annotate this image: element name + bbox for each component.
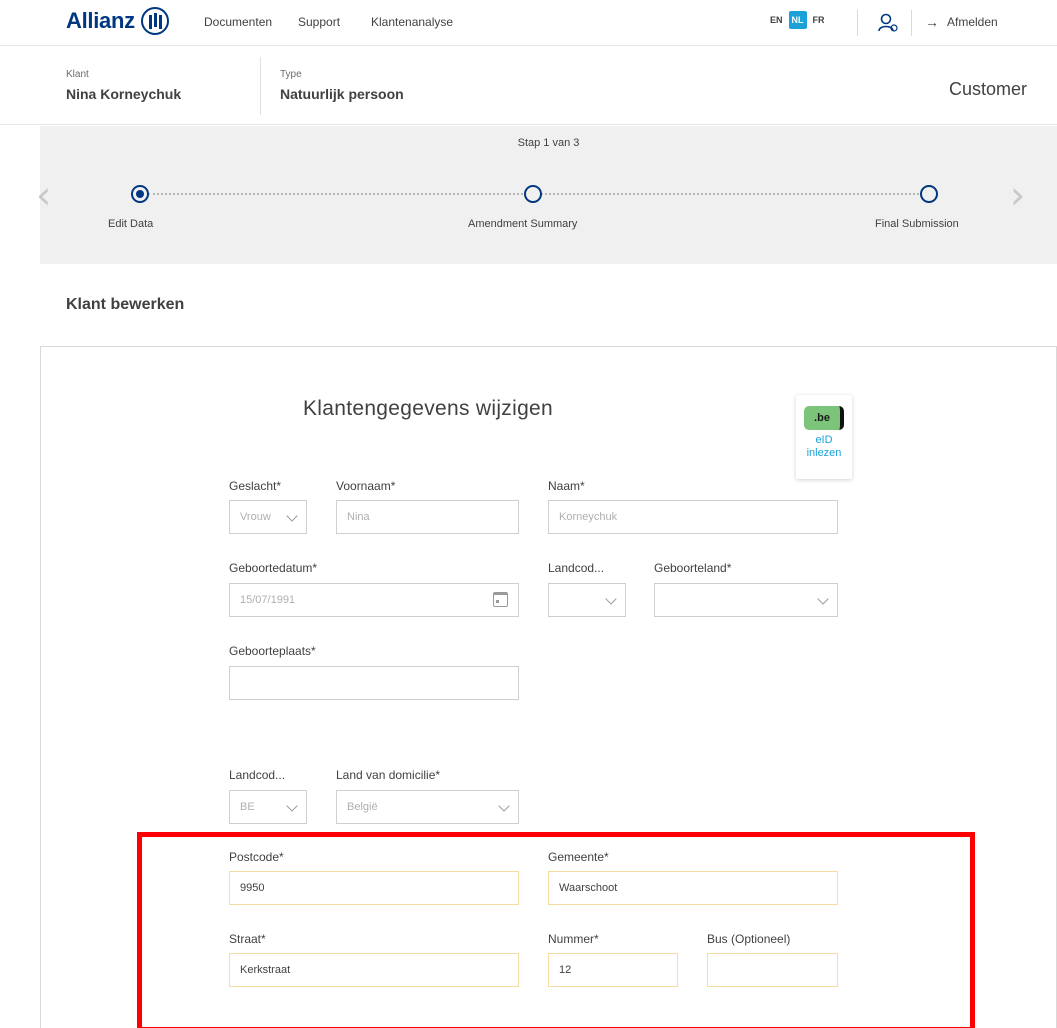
client-label: Klant (66, 69, 89, 80)
type-value: Natuurlijk persoon (280, 86, 404, 102)
eid-logo-icon: .be (804, 406, 844, 430)
birthdate-label: Geboortedatum* (229, 561, 318, 575)
divider (911, 10, 912, 36)
last-name-label: Naam* (548, 479, 585, 493)
nav-klantenanalyse[interactable]: Klantenanalyse (371, 15, 453, 29)
context-title: Customer (948, 79, 1027, 99)
gender-value: Vrouw (240, 511, 271, 523)
lang-nl[interactable]: NL (788, 11, 807, 29)
nav-support[interactable]: Support (298, 15, 340, 29)
chevron-right-icon[interactable]: › (1010, 176, 1025, 214)
logout-label: Afmelden (947, 15, 998, 29)
first-name-input[interactable]: Nina (336, 500, 519, 534)
domicile-country-value: België (347, 801, 378, 813)
step-2-indicator[interactable] (524, 185, 542, 203)
birth-country-select[interactable] (654, 583, 838, 617)
step-counter: Stap 1 van 3 (517, 137, 580, 149)
lang-fr[interactable]: FR (810, 11, 828, 29)
allianz-eagle-icon (140, 7, 169, 35)
birthdate-value: 15/07/1991 (240, 594, 296, 606)
type-label: Type (280, 69, 302, 80)
divider (260, 57, 261, 115)
step-1-label: Edit Data (108, 218, 154, 230)
step-1-indicator[interactable] (131, 185, 149, 203)
step-3-label: Final Submission (875, 218, 959, 230)
gender-select[interactable]: Vrouw (229, 500, 307, 534)
eid-read-button[interactable]: .be eID inlezen (796, 395, 852, 479)
logout-button[interactable]: → Afmelden (925, 14, 998, 30)
birth-country-code-label: Landcod... (548, 561, 605, 575)
lang-en[interactable]: EN (767, 11, 786, 29)
eid-label-line1: eID (815, 434, 833, 446)
gender-label: Geslacht* (229, 479, 282, 493)
address-highlight-box (137, 832, 975, 1028)
client-header: Klant Nina Korneychuk Type Natuurlijk pe… (0, 47, 1057, 125)
birthplace-input[interactable] (229, 666, 519, 700)
birthplace-label: Geboorteplaats* (229, 644, 316, 658)
page-title: Klant bewerken (66, 296, 185, 313)
step-3-indicator[interactable] (920, 185, 938, 203)
arrow-right-icon: → (925, 14, 939, 30)
birthdate-input[interactable]: 15/07/1991 (229, 583, 519, 617)
birth-country-label: Geboorteland* (654, 561, 732, 575)
domicile-country-select[interactable]: België (336, 790, 519, 824)
stepper: Stap 1 van 3 Edit Data Amendment Summary… (40, 126, 1057, 264)
chevron-down-icon (605, 593, 617, 605)
calendar-icon[interactable] (493, 592, 508, 607)
form-title: Klantengegevens wijzigen (302, 397, 554, 420)
allianz-logo[interactable]: Allianz (66, 7, 169, 35)
logo-text: Allianz (66, 8, 135, 33)
eid-label-line2: inlezen (806, 447, 842, 459)
domicile-country-code-value: BE (240, 801, 255, 813)
domicile-country-code-label: Landcod... (229, 768, 286, 782)
client-name: Nina Korneychuk (66, 86, 182, 102)
first-name-label: Voornaam* (336, 479, 396, 493)
language-switcher: EN NL FR (767, 11, 828, 29)
chevron-down-icon (817, 593, 829, 605)
divider (857, 10, 858, 36)
chevron-down-icon (286, 510, 298, 522)
top-bar: Allianz Documenten Support Klantenanalys… (0, 0, 1057, 46)
user-settings-icon[interactable] (877, 12, 899, 34)
last-name-value: Korneychuk (559, 511, 618, 523)
first-name-value: Nina (347, 511, 370, 523)
birth-country-code-select[interactable] (548, 583, 626, 617)
domicile-country-code-select[interactable]: BE (229, 790, 307, 824)
chevron-left-icon[interactable]: ‹ (36, 176, 51, 214)
domicile-country-label: Land van domicilie* (336, 768, 441, 782)
chevron-down-icon (498, 800, 510, 812)
chevron-down-icon (286, 800, 298, 812)
last-name-input[interactable]: Korneychuk (548, 500, 838, 534)
nav-documenten[interactable]: Documenten (204, 15, 272, 29)
step-2-label: Amendment Summary (468, 218, 578, 230)
